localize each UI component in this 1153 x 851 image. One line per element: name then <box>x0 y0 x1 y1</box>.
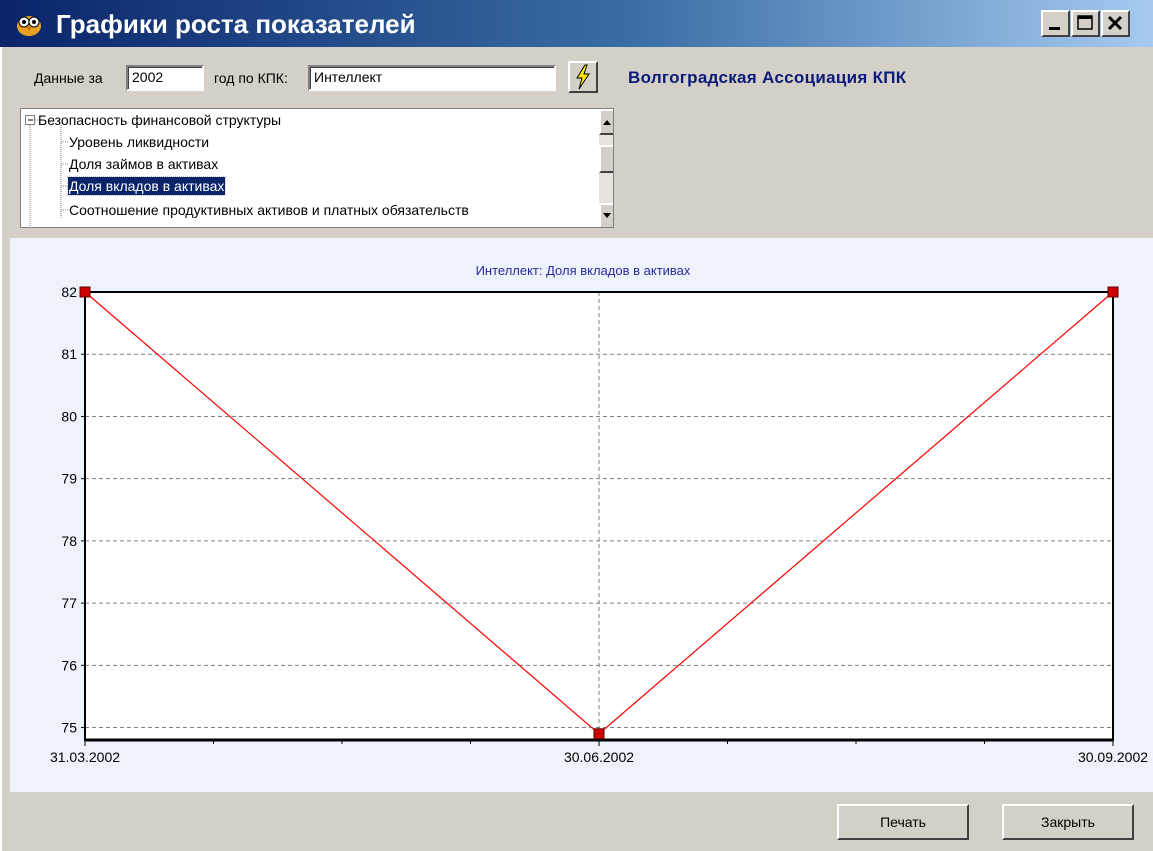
apply-button[interactable] <box>568 61 598 93</box>
x-tick-label: 31.03.2002 <box>50 749 120 765</box>
y-tick-label: 76 <box>61 657 77 673</box>
data-point <box>79 286 91 298</box>
tree-item-assets-ratio[interactable]: Соотношение продуктивных активов и платн… <box>69 201 469 219</box>
y-tick-label: 78 <box>61 533 77 549</box>
maximize-button[interactable] <box>1071 10 1100 37</box>
arrow-up-icon <box>603 120 611 125</box>
kpk-input[interactable]: Интеллект <box>308 65 556 91</box>
y-tick-label: 79 <box>61 471 77 487</box>
maximize-icon <box>1077 15 1093 30</box>
scroll-thumb[interactable] <box>599 145 613 173</box>
y-tick-label: 75 <box>61 720 77 736</box>
lightning-icon <box>576 64 590 90</box>
data-point <box>1107 286 1119 298</box>
x-tick-label: 30.09.2002 <box>1078 749 1148 765</box>
x-tick-label: 30.06.2002 <box>564 749 634 765</box>
scroll-down-button[interactable] <box>599 203 613 227</box>
owl-app-icon <box>17 16 41 36</box>
chart-title: Интеллект: Доля вкладов в активах <box>476 263 691 278</box>
close-dialog-button[interactable]: Закрыть <box>1002 804 1134 840</box>
data-point <box>593 728 605 740</box>
scroll-up-button[interactable] <box>599 109 613 135</box>
year-input[interactable]: 2002 <box>126 65 204 91</box>
print-button[interactable]: Печать <box>837 804 969 840</box>
close-icon <box>1107 15 1123 31</box>
close-button[interactable] <box>1101 10 1130 37</box>
tree-root-item[interactable]: Безопасность финансовой структуры <box>38 111 281 129</box>
y-tick-label: 80 <box>61 408 77 424</box>
title-bar[interactable]: Графики роста показателей <box>0 0 1153 47</box>
year-kpk-label: год по КПК: <box>214 70 288 86</box>
y-tick-label: 77 <box>61 595 77 611</box>
chart-panel: Интеллект: Доля вкладов в активах 75 76 77… <box>10 238 1153 792</box>
association-name: Волгоградская Ассоциация КПК <box>628 68 907 87</box>
tree-item-loans-share[interactable]: Доля займов в активах <box>69 155 218 173</box>
indicator-tree[interactable]: Безопасность финансовой структуры Уровен… <box>20 108 614 228</box>
minimize-icon <box>1049 27 1060 30</box>
window-title: Графики роста показателей <box>56 9 416 39</box>
tree-scrollbar[interactable] <box>599 109 613 227</box>
arrow-down-icon <box>603 213 611 218</box>
y-tick-label: 82 <box>61 284 77 300</box>
line-chart: Интеллект: Доля вкладов в активах 75 76 77… <box>50 263 1148 765</box>
tree-item-deposits-share[interactable]: Доля вкладов в активах <box>66 176 227 196</box>
minimize-button[interactable] <box>1041 10 1070 37</box>
data-for-label: Данные за <box>34 70 103 86</box>
tree-item-liquidity[interactable]: Уровень ликвидности <box>69 133 209 151</box>
y-tick-label: 81 <box>61 346 77 362</box>
